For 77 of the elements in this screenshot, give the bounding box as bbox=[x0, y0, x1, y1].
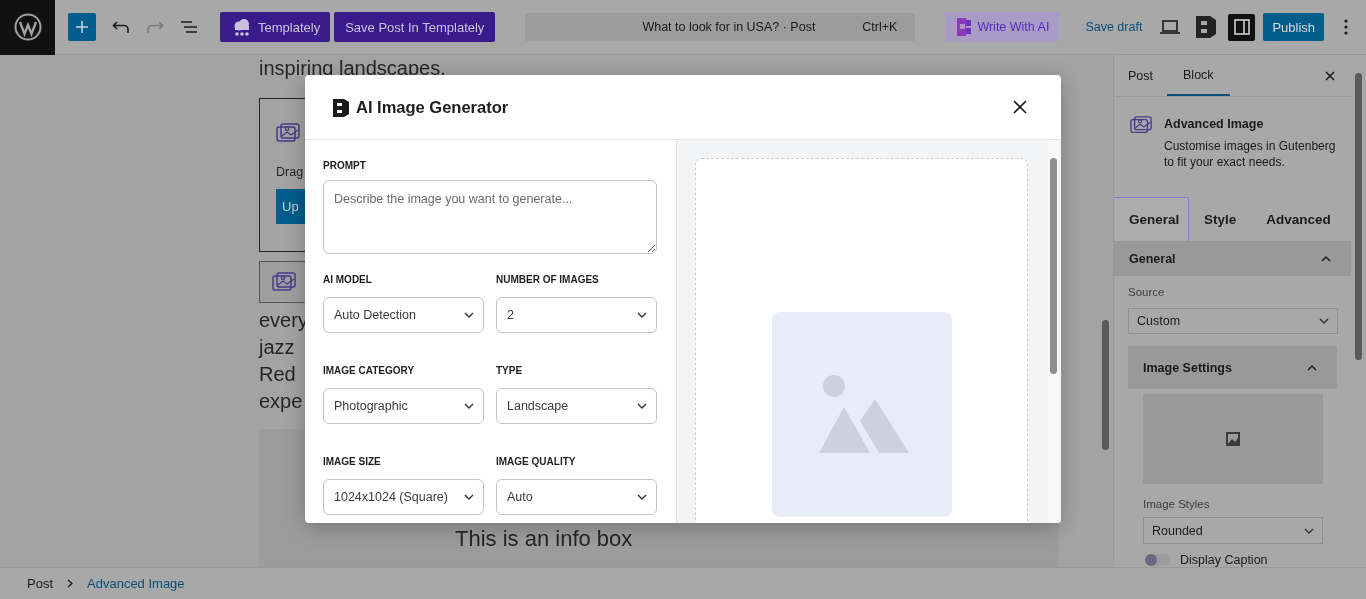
scrollbar[interactable] bbox=[1048, 140, 1059, 523]
field-label: IMAGE QUALITY bbox=[496, 456, 577, 467]
settings-tab[interactable]: General bbox=[1114, 197, 1189, 241]
laptop-icon[interactable] bbox=[1160, 20, 1181, 34]
dropdown[interactable]: Auto Detection bbox=[323, 297, 484, 333]
logo-icon[interactable] bbox=[1196, 16, 1217, 38]
sidebar-tab[interactable]: Post bbox=[1118, 55, 1163, 96]
chevron-up-icon bbox=[1321, 255, 1331, 262]
breadcrumb-link[interactable]: Post bbox=[23, 574, 57, 593]
document-title[interactable]: What to look for in USA? · Post bbox=[642, 20, 863, 34]
chevron-up-icon bbox=[1307, 364, 1317, 371]
field-label: Source bbox=[1128, 286, 1166, 298]
templately-button[interactable]: Templately bbox=[220, 12, 331, 42]
settings-tab[interactable]: Advanced bbox=[1251, 197, 1346, 241]
logo-icon bbox=[13, 13, 42, 41]
panel-header[interactable]: General bbox=[1114, 241, 1351, 276]
paragraph-text: jazz bbox=[259, 335, 296, 360]
logo-icon bbox=[957, 18, 972, 36]
publish-button[interactable]: Publish bbox=[1263, 13, 1324, 41]
dropdown[interactable]: 2 bbox=[496, 297, 657, 333]
field-label: PROMPT bbox=[323, 160, 367, 171]
save-to-templately-button[interactable]: Save Post In Templately bbox=[334, 12, 496, 42]
chevron-down-icon bbox=[464, 312, 474, 318]
more-options-icon[interactable] bbox=[1344, 19, 1348, 35]
chevron-down-icon bbox=[637, 403, 647, 409]
info-box-title: This is an info box bbox=[455, 526, 633, 552]
panel-header[interactable]: Image Settings bbox=[1128, 346, 1337, 389]
dropdown[interactable]: Photographic bbox=[323, 388, 484, 424]
dropdown[interactable]: Custom bbox=[1128, 308, 1338, 334]
field-label: IMAGE CATEGORY bbox=[323, 365, 416, 376]
chevron-down-icon bbox=[464, 494, 474, 500]
sidebar-tab[interactable]: Block bbox=[1167, 55, 1230, 96]
prompt-field[interactable]: Describe the image you want to generate... bbox=[323, 180, 657, 254]
dropdown[interactable]: Landscape bbox=[496, 388, 657, 424]
chevron-down-icon bbox=[637, 494, 647, 500]
dropdown[interactable]: 1024x1024 (Square) bbox=[323, 479, 484, 515]
settings-tab[interactable]: Style bbox=[1189, 197, 1252, 241]
image-icon bbox=[272, 272, 296, 294]
chevron-right-icon bbox=[67, 579, 73, 588]
sidebar-icon bbox=[1233, 19, 1250, 35]
chevron-down-icon bbox=[1304, 527, 1314, 534]
dropdown[interactable]: Rounded bbox=[1143, 517, 1323, 544]
field-label: NUMBER OF IMAGES bbox=[496, 274, 600, 285]
image-icon bbox=[1225, 431, 1241, 447]
field-label: Image Styles bbox=[1143, 498, 1211, 510]
dropdown[interactable]: Auto bbox=[496, 479, 657, 515]
sidebar-toggle-button[interactable] bbox=[1228, 13, 1256, 41]
field-label: AI MODEL bbox=[323, 274, 373, 285]
shortcut-text: Ctrl+K bbox=[862, 20, 898, 34]
list-view-icon[interactable] bbox=[180, 20, 198, 34]
chevron-down-icon bbox=[464, 403, 474, 409]
paragraph-text: every bbox=[259, 308, 305, 333]
logo-icon bbox=[333, 98, 349, 117]
breadcrumb-link[interactable]: Advanced Image bbox=[83, 574, 189, 593]
plus-icon bbox=[75, 20, 89, 34]
block-title: Advanced Image bbox=[1164, 117, 1265, 131]
instruction-text: Drag bbox=[276, 165, 302, 179]
add-block-button[interactable] bbox=[68, 13, 96, 41]
block-description: Customise images in Gutenberg to fit your exact needs. bbox=[1164, 138, 1337, 170]
command-bar[interactable]: What to look for in USA? · Post Ctrl+K bbox=[525, 13, 916, 41]
undo-icon[interactable] bbox=[112, 20, 130, 34]
save-draft-button[interactable]: Save draft bbox=[1083, 16, 1145, 38]
chevron-down-icon bbox=[1319, 318, 1329, 324]
toggle-switch[interactable] bbox=[1145, 554, 1171, 566]
close-icon[interactable] bbox=[1013, 100, 1027, 114]
toggle-label: Display Caption bbox=[1180, 553, 1268, 567]
wordpress-logo[interactable] bbox=[0, 0, 55, 55]
chevron-down-icon bbox=[637, 312, 647, 318]
dialog-title: AI Image Generator bbox=[356, 97, 510, 117]
field-label: IMAGE SIZE bbox=[323, 456, 382, 467]
paragraph-text: inspiring landscapes. bbox=[259, 56, 447, 80]
cloud-icon bbox=[232, 17, 252, 37]
paragraph-text: expe bbox=[259, 389, 304, 414]
image-icon bbox=[276, 123, 300, 145]
field-label: TYPE bbox=[496, 365, 524, 376]
paragraph-text: Red bbox=[259, 362, 297, 387]
close-icon[interactable] bbox=[1325, 70, 1335, 81]
